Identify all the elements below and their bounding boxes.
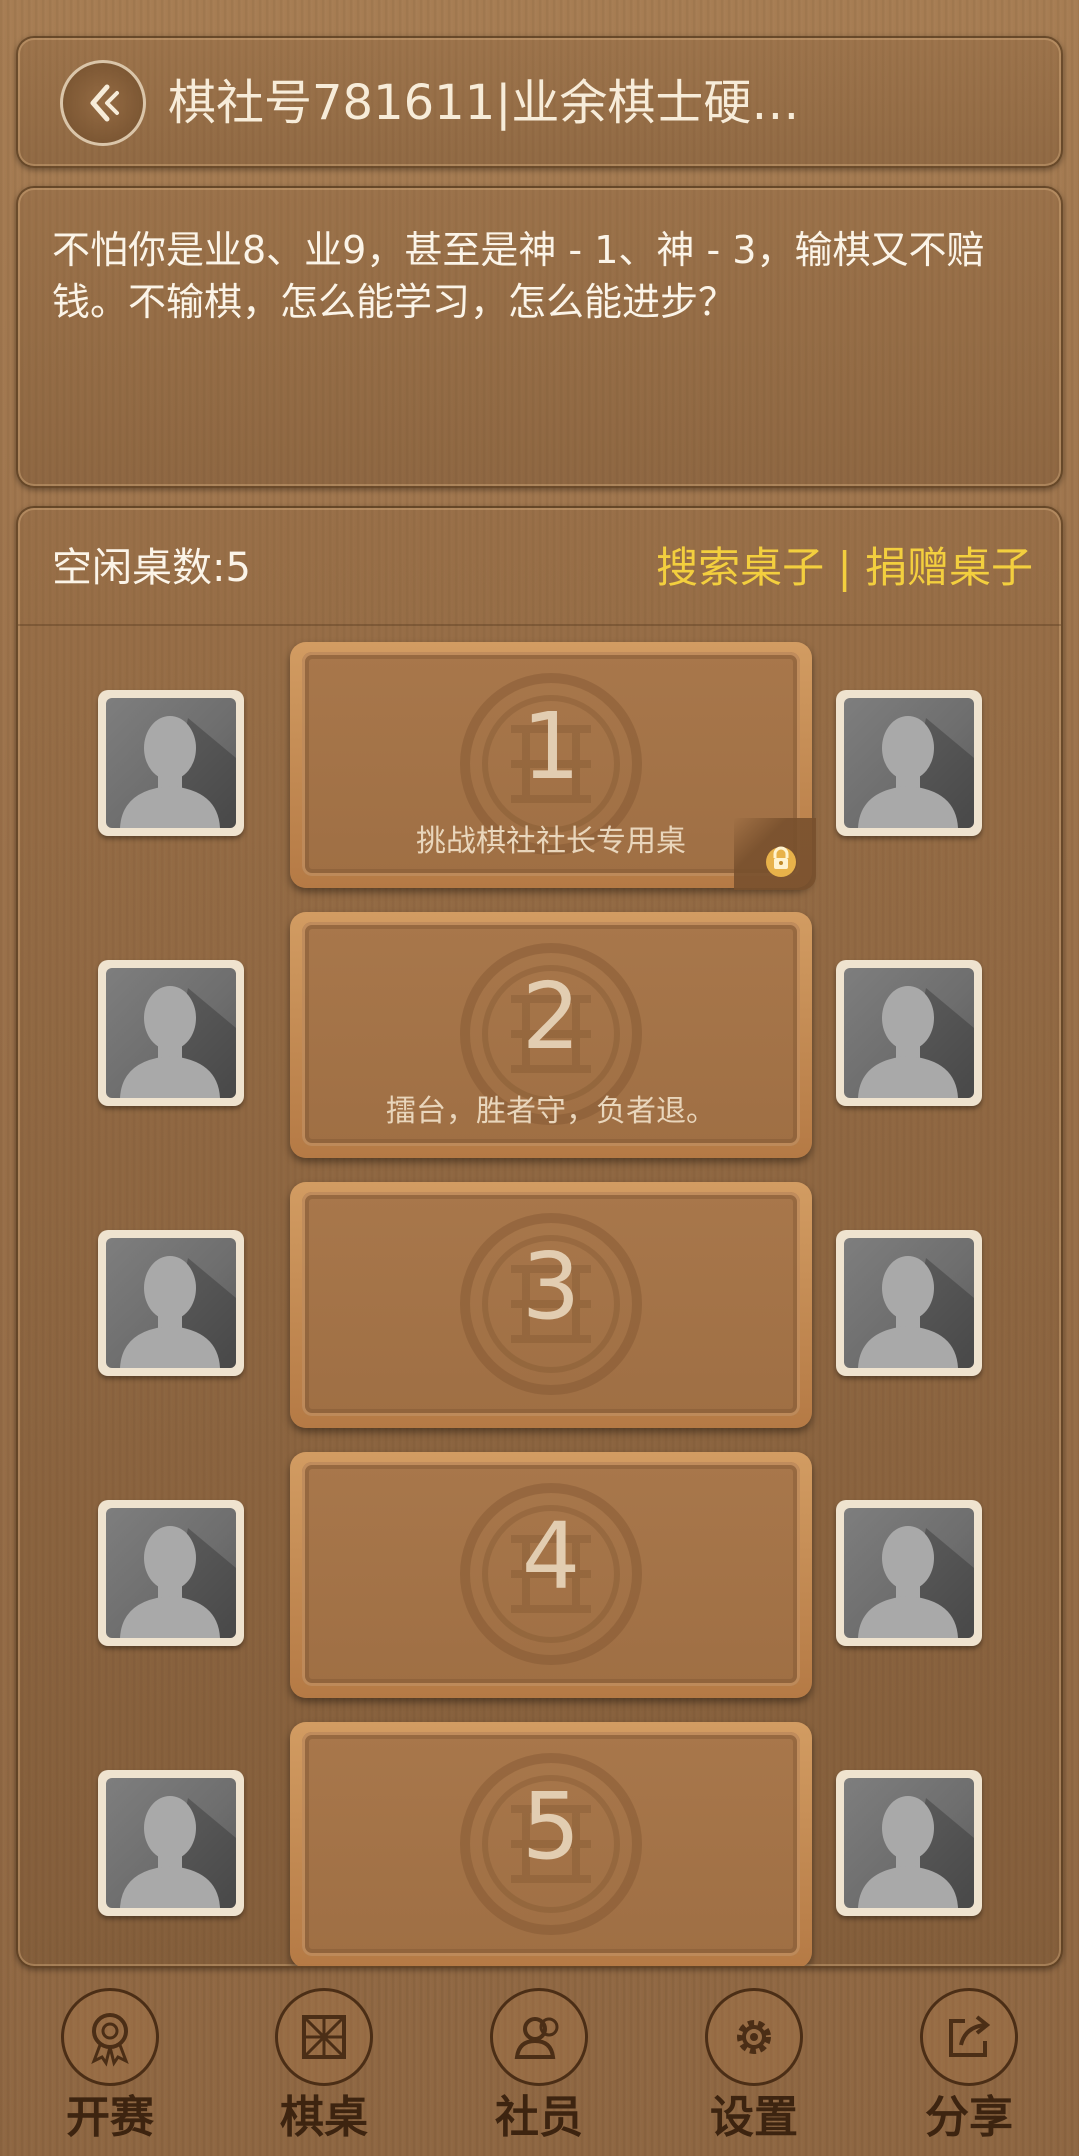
- go-table-2[interactable]: 2 擂台，胜者守，负者退。: [290, 912, 812, 1158]
- table-row: 1 挑战棋社社长专用桌: [18, 642, 1061, 912]
- nav-members[interactable]: 社员: [469, 1980, 609, 2150]
- seat-left-empty[interactable]: [98, 1230, 244, 1376]
- table-number: 4: [521, 1503, 581, 1610]
- nav-start-match[interactable]: 开赛: [40, 1980, 180, 2150]
- avatar-placeholder-icon: [120, 986, 236, 1098]
- avatar-placeholder-icon: [858, 986, 974, 1098]
- avatar-placeholder-icon: [858, 1526, 974, 1638]
- table-row: 4: [18, 1452, 1061, 1722]
- nav-label: 社员: [495, 2092, 583, 2143]
- avatar-placeholder-icon: [858, 1796, 974, 1908]
- table-number: 2: [521, 963, 581, 1070]
- header-panel: 棋社号781611|业余棋士硬…: [16, 36, 1063, 168]
- avatar-placeholder-icon: [858, 716, 974, 828]
- back-arrow-icon: [90, 84, 119, 122]
- club-notice-panel: 不怕你是业8、业9，甚至是神 - 1、神 - 3，输棋又不赔钱。不输棋，怎么能学…: [16, 186, 1063, 488]
- link-separator: |: [824, 543, 865, 592]
- seat-right-empty[interactable]: [836, 1770, 982, 1916]
- seat-right-empty[interactable]: [836, 960, 982, 1106]
- go-table-1[interactable]: 1 挑战棋社社长专用桌: [290, 642, 816, 890]
- lock-badge: [734, 818, 816, 890]
- seat-left-empty[interactable]: [98, 1500, 244, 1646]
- medal-icon: [61, 1988, 159, 2086]
- status-bar: [0, 0, 1079, 30]
- nav-label: 分享: [925, 2092, 1013, 2143]
- nav-label: 棋桌: [280, 2092, 368, 2143]
- members-icon: [490, 1988, 588, 2086]
- go-table-3[interactable]: 3: [290, 1182, 812, 1428]
- go-table-4[interactable]: 4: [290, 1452, 812, 1698]
- seat-left-empty[interactable]: [98, 1770, 244, 1916]
- table-description: 挑战棋社社长专用桌: [416, 824, 686, 859]
- table-row: 2 擂台，胜者守，负者退。: [18, 912, 1061, 1182]
- go-table-5[interactable]: 5: [290, 1722, 812, 1966]
- nav-settings[interactable]: 设置: [684, 1980, 824, 2150]
- avatar-placeholder-icon: [858, 1256, 974, 1368]
- page-title: 棋社号781611|业余棋士硬…: [168, 75, 800, 131]
- avatar-placeholder-icon: [120, 1526, 236, 1638]
- board-icon: [275, 1988, 373, 2086]
- table-description: 擂台，胜者守，负者退。: [386, 1094, 716, 1129]
- seat-right-empty[interactable]: [836, 1230, 982, 1376]
- free-table-count: 空闲桌数:5: [52, 545, 251, 591]
- avatar-placeholder-icon: [120, 1256, 236, 1368]
- table-row: 3: [18, 1182, 1061, 1452]
- nav-share[interactable]: 分享: [899, 1980, 1039, 2150]
- avatar-placeholder-icon: [120, 1796, 236, 1908]
- seat-left-empty[interactable]: [98, 960, 244, 1106]
- share-icon: [920, 1988, 1018, 2086]
- table-row: 5: [18, 1722, 1061, 1966]
- club-notice-text: 不怕你是业8、业9，甚至是神 - 1、神 - 3，输棋又不赔钱。不输棋，怎么能学…: [52, 228, 985, 324]
- donate-table-link[interactable]: 捐赠桌子: [865, 543, 1033, 592]
- nav-label: 设置: [710, 2092, 798, 2143]
- table-number: 5: [521, 1773, 581, 1880]
- lock-icon: [766, 846, 796, 877]
- avatar-placeholder-icon: [120, 716, 236, 828]
- bottom-nav: 开赛 棋桌 社员 设置 分享: [0, 1972, 1079, 2156]
- search-tables-link[interactable]: 搜索桌子: [656, 543, 824, 592]
- table-number: 1: [521, 693, 581, 800]
- tables-panel[interactable]: 空闲桌数:5 搜索桌子 | 捐赠桌子 1 挑战棋社社长专用桌 2 擂台，胜者守，…: [16, 506, 1063, 1968]
- tables-header: 空闲桌数:5 搜索桌子 | 捐赠桌子: [18, 508, 1061, 626]
- seat-left-empty[interactable]: [98, 690, 244, 836]
- table-actions: 搜索桌子 | 捐赠桌子: [656, 538, 1033, 598]
- seat-right-empty[interactable]: [836, 690, 982, 836]
- back-button[interactable]: [60, 60, 146, 146]
- nav-label: 开赛: [66, 2092, 154, 2143]
- nav-tables[interactable]: 棋桌: [254, 1980, 394, 2150]
- table-number: 3: [521, 1233, 581, 1340]
- seat-right-empty[interactable]: [836, 1500, 982, 1646]
- gear-icon: [705, 1988, 803, 2086]
